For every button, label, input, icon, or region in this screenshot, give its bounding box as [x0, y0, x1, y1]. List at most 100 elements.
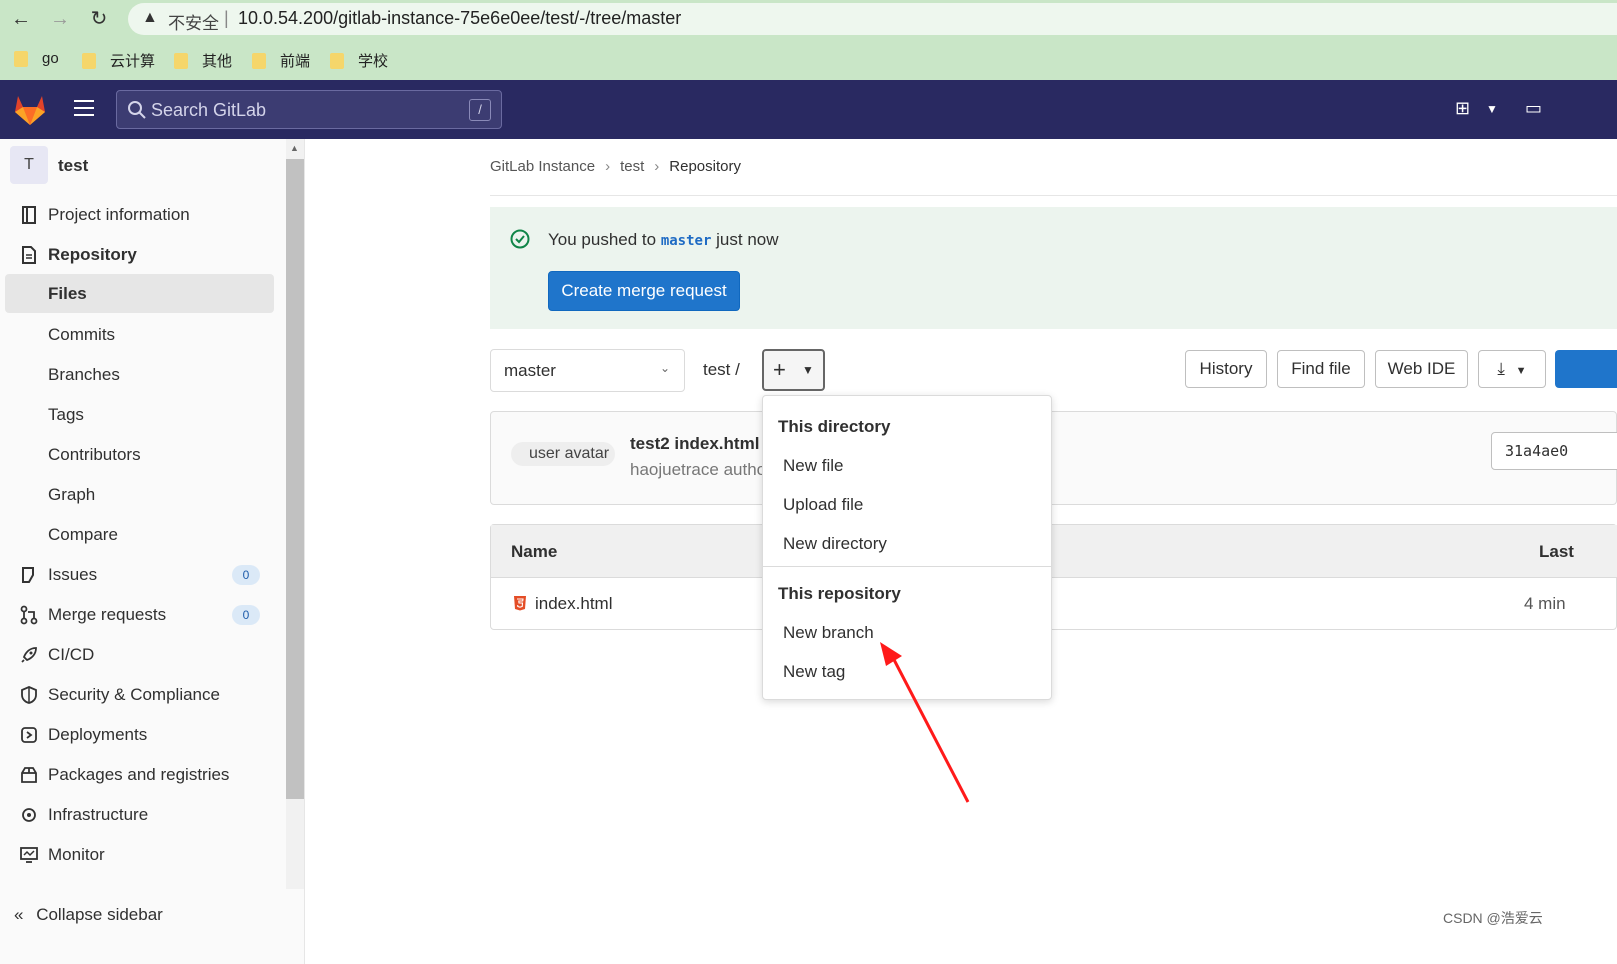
forward-icon[interactable]: → — [47, 6, 73, 32]
sidebar-item-contributors[interactable]: Contributors — [5, 435, 274, 474]
package-icon — [21, 767, 37, 783]
sidebar-item-commits[interactable]: Commits — [5, 315, 274, 354]
web-ide-button[interactable]: Web IDE — [1375, 350, 1468, 388]
deployments-icon — [21, 727, 37, 743]
scroll-up-icon[interactable]: ▲ — [290, 143, 299, 153]
commit-title[interactable]: test2 index.html — [630, 434, 759, 454]
sidebar-item-merge-requests[interactable]: Merge requests 0 — [5, 595, 274, 634]
commit-sha[interactable]: 31a4ae0 — [1491, 432, 1617, 470]
rocket-icon — [21, 647, 37, 663]
bookmark-school[interactable]: 学校 — [330, 50, 388, 71]
issues-count-badge: 0 — [232, 565, 260, 585]
browser-address-bar: ← → ↻ ▲ 不安全 | 10.0.54.200/gitlab-instanc… — [0, 0, 1617, 38]
push-alert: You pushed to master just now Create mer… — [490, 207, 1617, 329]
sidebar-item-infrastructure[interactable]: Infrastructure — [5, 795, 274, 834]
divider — [490, 195, 1617, 196]
alert-prefix: You pushed to — [548, 230, 657, 249]
history-button[interactable]: History — [1185, 350, 1267, 388]
download-button[interactable]: ⤓ ▼ — [1478, 350, 1546, 388]
menu-item-new-tag[interactable]: New tag — [783, 662, 845, 682]
url-divider: | — [224, 8, 229, 28]
collapse-sidebar-button[interactable]: « Collapse sidebar — [14, 905, 163, 925]
insecure-label: 不安全 — [168, 14, 219, 33]
bookmark-cloud[interactable]: 云计算 — [82, 50, 155, 71]
table-row[interactable]: index.html 4 min — [491, 578, 1617, 630]
file-name[interactable]: index.html — [535, 594, 612, 614]
sidebar-item-project-information[interactable]: Project information — [5, 195, 274, 234]
add-to-tree-button[interactable]: + ▼ — [762, 349, 825, 391]
sidebar-scrollbar[interactable]: ▲ — [286, 139, 304, 889]
chevron-down-icon[interactable]: ▼ — [1486, 102, 1498, 116]
sidebar-item-label: Project information — [48, 205, 190, 224]
sidebar-item-deployments[interactable]: Deployments — [5, 715, 274, 754]
sidebar-item-branches[interactable]: Branches — [5, 355, 274, 394]
bookmark-frontend[interactable]: 前端 — [252, 50, 310, 71]
branch-selector[interactable]: master ⌄ — [490, 349, 685, 392]
sidebar-item-label: CI/CD — [48, 645, 95, 664]
download-icon: ⤓ — [1497, 359, 1505, 378]
breadcrumb-current[interactable]: Repository — [669, 158, 741, 175]
find-file-button[interactable]: Find file — [1277, 350, 1365, 388]
chevron-down-icon: ⌄ — [659, 361, 670, 375]
shield-icon — [21, 686, 37, 704]
menu-item-new-file[interactable]: New file — [783, 456, 843, 476]
sidebar-item-monitor[interactable]: Monitor — [5, 835, 274, 874]
scroll-thumb[interactable] — [286, 159, 304, 799]
sidebar-item-repository[interactable]: Repository — [5, 235, 274, 274]
alert-message: You pushed to master just now — [548, 230, 779, 250]
reload-icon[interactable]: ↻ — [86, 6, 112, 32]
chevron-right-icon: › — [605, 158, 611, 175]
breadcrumb-item[interactable]: test — [620, 158, 644, 175]
bookmark-label: 其他 — [202, 53, 233, 70]
file-table: Name Last index.html 4 min — [490, 524, 1617, 630]
bookmark-other[interactable]: 其他 — [174, 50, 232, 71]
sidebar-item-cicd[interactable]: CI/CD — [5, 635, 274, 674]
sidebar-item-files[interactable]: Files — [5, 274, 274, 313]
sidebar-item-issues[interactable]: Issues 0 — [5, 555, 274, 594]
bookmark-go[interactable]: go — [14, 50, 59, 67]
dropdown-header-directory: This directory — [778, 417, 891, 436]
url-field[interactable]: ▲ 不安全 | 10.0.54.200/gitlab-instance-75e6… — [128, 3, 1617, 35]
table-header: Name Last — [491, 525, 1617, 578]
user-avatar[interactable]: user avatar — [511, 442, 615, 466]
sidebar-item-tags[interactable]: Tags — [5, 395, 274, 434]
watermark: CSDN @浩爱云 — [1443, 910, 1543, 926]
sidebar-item-label: Packages and registries — [48, 765, 230, 784]
gitlab-topbar: Search GitLab / ⊞ ▼ ▭ — [0, 80, 1617, 139]
create-merge-request-button[interactable]: Create merge request — [548, 271, 740, 311]
sidebar-item-label: Commits — [48, 325, 116, 344]
project-avatar[interactable]: T — [10, 146, 48, 184]
new-item-icon[interactable]: ⊞ — [1455, 98, 1470, 119]
chevron-right-icon: › — [654, 158, 660, 175]
back-icon[interactable]: ← — [8, 6, 34, 32]
document-icon — [22, 246, 36, 264]
last-commit: user avatar test2 index.html haojuetrace… — [490, 411, 1617, 505]
search-icon — [128, 101, 146, 119]
sidebar-item-label: Compare — [48, 525, 118, 544]
sidebar-item-label: Repository — [48, 245, 137, 264]
sidebar-item-label: Contributors — [48, 445, 141, 464]
file-last-update: 4 min — [1524, 594, 1566, 613]
sidebar-item-packages-registries[interactable]: Packages and registries — [5, 755, 274, 794]
breadcrumb-item[interactable]: GitLab Instance — [490, 158, 595, 175]
menu-item-new-directory[interactable]: New directory — [783, 534, 887, 554]
sidebar-item-graph[interactable]: Graph — [5, 475, 274, 514]
search-input[interactable]: Search GitLab / — [116, 90, 502, 129]
bookmarks-bar: go 云计算 其他 前端 学校 — [0, 38, 1617, 80]
issues-icon — [22, 567, 34, 583]
menu-item-upload-file[interactable]: Upload file — [783, 495, 863, 515]
sidebar-item-security-compliance[interactable]: Security & Compliance — [5, 675, 274, 714]
issues-icon[interactable]: ▭ — [1525, 98, 1542, 119]
sidebar-item-compare[interactable]: Compare — [5, 515, 274, 554]
folder-icon — [82, 52, 96, 69]
warning-icon: ▲ — [142, 9, 158, 26]
bookmark-label: go — [42, 50, 59, 67]
dropdown-divider — [763, 566, 1051, 567]
gitlab-logo-icon[interactable] — [12, 92, 48, 126]
menu-icon[interactable] — [74, 100, 94, 118]
project-name[interactable]: test — [58, 156, 88, 176]
clone-button[interactable] — [1555, 350, 1617, 388]
branch-selector-value: master — [504, 361, 556, 380]
column-header-last: Last — [1539, 542, 1574, 561]
menu-item-new-branch[interactable]: New branch — [783, 623, 874, 643]
